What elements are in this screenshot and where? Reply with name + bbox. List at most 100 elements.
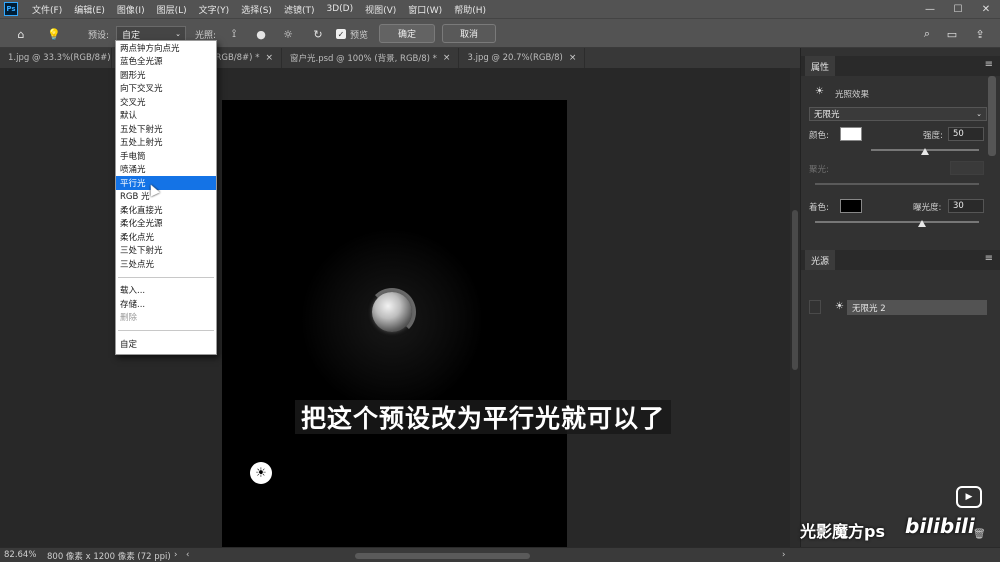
menu-edit[interactable]: 编辑(E) [68, 3, 111, 16]
close-icon[interactable]: × [443, 53, 451, 63]
home-icon[interactable]: ⌂ [13, 26, 29, 42]
close-button[interactable]: ✕ [972, 0, 1000, 18]
menu-image[interactable]: 图像(I) [111, 3, 151, 16]
hotspot-label: 聚光: [809, 165, 829, 175]
menu-file[interactable]: 文件(F) [26, 3, 68, 16]
horizontal-scroll-thumb[interactable] [355, 553, 530, 559]
preset-option[interactable]: 五处上射光 [116, 136, 216, 150]
search-icon[interactable]: ⌕ [919, 26, 935, 42]
minimize-button[interactable]: — [916, 0, 944, 18]
menu-filter[interactable]: 滤镜(T) [278, 3, 321, 16]
menu-view[interactable]: 视图(V) [359, 3, 402, 16]
scroll-left-icon[interactable]: ‹ [186, 550, 189, 560]
tab-1jpg[interactable]: 1.jpg @ 33.3%(RGB/8#) [0, 48, 112, 68]
light-source-item[interactable]: 无限光 2 [847, 300, 987, 315]
tab-light-source[interactable]: 光源 [805, 250, 836, 270]
preset-dropdown: 两点钟方向点光 蓝色全光源 圆形光 向下交叉光 交叉光 默认 五处下射光 五处上… [115, 40, 217, 355]
menu-select[interactable]: 选择(S) [235, 3, 278, 16]
share-icon[interactable]: ⇪ [972, 26, 988, 42]
exposure-label: 曝光度: [913, 203, 942, 213]
exposure-slider[interactable] [815, 221, 979, 223]
tab-label: RGB/8#) * [215, 53, 260, 63]
preset-option[interactable]: 交叉光 [116, 95, 216, 109]
hotspot-input [950, 161, 984, 175]
photoshop-logo: Ps [4, 2, 18, 16]
intensity-slider-thumb[interactable] [921, 148, 929, 155]
close-icon[interactable]: × [265, 53, 273, 63]
preset-option[interactable]: RGB 光 [116, 190, 216, 204]
menu-layer[interactable]: 图层(L) [151, 3, 193, 16]
lighting-tool-icon[interactable]: 💡 [46, 26, 62, 42]
tab-window-light[interactable]: 窗户光.psd @ 100% (背景, RGB/8) * × [282, 48, 460, 68]
menu-type[interactable]: 文字(Y) [193, 3, 236, 16]
tint-color-swatch[interactable] [840, 199, 862, 213]
reset-rotate-icon[interactable]: ↻ [310, 26, 326, 42]
preset-option-selected[interactable]: 平行光 [116, 176, 216, 190]
preset-option[interactable]: 蓝色全光源 [116, 55, 216, 69]
preview-label: 预览 [350, 31, 369, 41]
infinite-light-icon: ☀ [835, 301, 844, 312]
light-effect-icon: ☀ [815, 86, 824, 97]
scroll-right-icon[interactable]: › [782, 550, 785, 560]
workspace-icon[interactable]: ▭ [944, 26, 960, 42]
point-light-icon[interactable]: ● [253, 26, 269, 42]
preview-checkbox[interactable]: ✓ [336, 29, 346, 39]
tab-3jpg[interactable]: 3.jpg @ 20.7%(RGB/8) × [459, 48, 586, 68]
spot-light-icon[interactable]: ⟟ [226, 26, 242, 42]
menu-window[interactable]: 窗口(W) [402, 3, 448, 16]
light-source-label: 无限光 2 [852, 303, 886, 314]
exposure-input[interactable]: 30 [948, 199, 984, 213]
load-preset-option[interactable]: 载入... [116, 284, 216, 298]
light-bulb-icon[interactable]: ☀ [250, 462, 272, 484]
document-canvas[interactable] [222, 100, 567, 547]
preset-option[interactable]: 柔化直接光 [116, 203, 216, 217]
right-panel: 属性 ≡ ☀ 光照效果 无限光 ⌄ 颜色: 强度: 50 聚光: 着色: 曝光度… [800, 48, 1000, 547]
preset-option[interactable]: 喷涌光 [116, 163, 216, 177]
preset-option[interactable]: 柔化全光源 [116, 217, 216, 231]
chevron-right-icon[interactable]: › [174, 550, 177, 560]
dropdown-divider [118, 330, 214, 331]
maximize-button[interactable]: ☐ [944, 0, 972, 18]
preset-option[interactable]: 圆形光 [116, 68, 216, 82]
vertical-scroll-thumb[interactable] [792, 210, 798, 370]
intensity-input[interactable]: 50 [948, 127, 984, 141]
menu-bar: Ps 文件(F) 编辑(E) 图像(I) 图层(L) 文字(Y) 选择(S) 滤… [0, 0, 1000, 18]
properties-scrollbar[interactable] [988, 76, 996, 156]
dropdown-divider [118, 276, 214, 278]
preset-option[interactable]: 两点钟方向点光 [116, 41, 216, 55]
preset-value: 自定 [122, 30, 141, 41]
panel-menu-icon[interactable]: ≡ [985, 59, 993, 70]
color-label: 颜色: [809, 131, 829, 141]
light-type-value: 无限光 [814, 110, 840, 120]
effect-title: 光照效果 [835, 90, 870, 100]
tab-label: 3.jpg @ 20.7%(RGB/8) [467, 53, 563, 63]
tab-properties[interactable]: 属性 [805, 56, 836, 76]
infinite-light-icon[interactable]: ☼ [280, 26, 296, 42]
bilibili-logo: bilibili [905, 514, 975, 538]
light-control-knob[interactable] [372, 292, 412, 332]
window-controls: — ☐ ✕ [916, 0, 1000, 18]
custom-preset-option[interactable]: 自定 [116, 337, 216, 351]
light-color-swatch[interactable] [840, 127, 862, 141]
preset-option[interactable]: 默认 [116, 109, 216, 123]
zoom-level[interactable]: 82.64% [4, 550, 36, 560]
chevron-down-icon: ⌄ [175, 30, 181, 38]
visibility-toggle[interactable] [809, 300, 821, 314]
panel-menu-icon[interactable]: ≡ [985, 253, 993, 264]
preset-option[interactable]: 手电筒 [116, 149, 216, 163]
preset-option[interactable]: 五处下射光 [116, 122, 216, 136]
preset-option[interactable]: 三处点光 [116, 257, 216, 271]
chevron-down-icon: ⌄ [976, 110, 982, 118]
preset-option[interactable]: 柔化点光 [116, 230, 216, 244]
tint-label: 着色: [809, 203, 829, 213]
cancel-button[interactable]: 取消 [442, 24, 496, 43]
preset-option[interactable]: 三处下射光 [116, 244, 216, 258]
save-preset-option[interactable]: 存储... [116, 297, 216, 311]
menu-3d[interactable]: 3D(D) [320, 4, 359, 14]
menu-help[interactable]: 帮助(H) [448, 3, 492, 16]
preset-option[interactable]: 向下交叉光 [116, 82, 216, 96]
close-icon[interactable]: × [569, 53, 577, 63]
light-type-select[interactable]: 无限光 ⌄ [809, 107, 987, 121]
ok-button[interactable]: 确定 [379, 24, 435, 43]
exposure-slider-thumb[interactable] [917, 220, 926, 227]
